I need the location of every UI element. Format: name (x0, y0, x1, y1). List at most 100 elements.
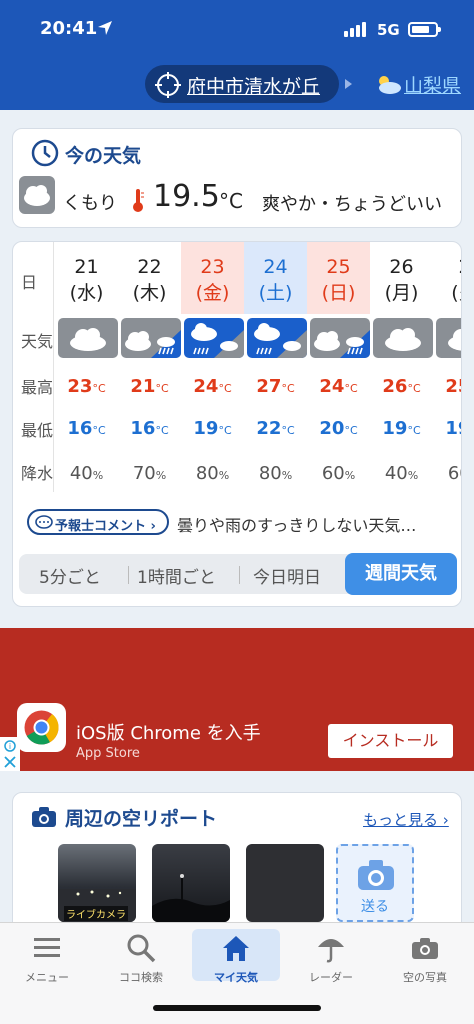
day-low-temp: 20°C (307, 418, 370, 439)
ad-title: iOS版 Chrome を入手 (76, 723, 261, 744)
ad-choices-icon[interactable]: i (0, 737, 20, 771)
umbrella-icon (318, 939, 344, 963)
chrome-logo (17, 703, 66, 752)
forecast-days[interactable]: 21 (水) 23°C 16°C 40% 22 (木) 21°C 16°C 70% 23 (金) 24°… (55, 242, 461, 492)
rain-cloudy-icon (247, 318, 307, 358)
cloudy-rain-icon (121, 318, 181, 358)
forecast-day-column[interactable]: 23 (金) 24°C 19°C 80% (181, 242, 244, 492)
sky-report-card: 周辺の空リポート もっと見る › ライブカメラ 送る (12, 792, 462, 942)
camera-icon (32, 807, 56, 827)
cloudy-icon (436, 318, 461, 358)
tab-divider (128, 566, 129, 584)
day-precip: 80% (181, 463, 244, 484)
day-precip-unit: % (407, 469, 419, 482)
day-header: 21 (水) (55, 242, 118, 314)
forecast-day-column[interactable]: 2 (火 25°C 19°C 60% (433, 242, 461, 492)
battery-icon (408, 22, 441, 37)
day-weekday: (金) (195, 282, 230, 304)
current-location-button[interactable]: 府中市清水が丘 (145, 65, 339, 103)
day-precip: 60% (307, 463, 370, 484)
ad-store: App Store (76, 746, 140, 761)
forecast-day-column[interactable]: 25 (日) 24°C 20°C 60% (307, 242, 370, 492)
day-high-value: 27 (256, 376, 282, 397)
sun-cloud-icon (379, 76, 401, 94)
day-precip: 60% (433, 463, 461, 484)
forecast-day-column[interactable]: 22 (木) 21°C 16°C 70% (118, 242, 181, 492)
speech-bubble-icon (35, 515, 53, 529)
tab-my-weather-label: マイ天気 (214, 971, 258, 984)
tab-today-tomorrow[interactable]: 今日明日 (253, 563, 321, 588)
day-date: 23 (200, 256, 225, 278)
tab-5min[interactable]: 5分ごと (39, 563, 101, 588)
day-high-value: 24 (193, 376, 219, 397)
day-weekday: (水) (69, 282, 104, 304)
forecaster-comment-text: 曇りや雨のすっきりしない天気… (177, 516, 417, 535)
cloudy-icon (19, 176, 55, 214)
tab-radar-label: レーダー (309, 971, 353, 984)
day-precip-unit: % (218, 469, 230, 482)
tab-my-weather[interactable]: マイ天気 (192, 929, 280, 984)
app-header: 20:41 5G 府中市清水が丘 山梨県 (0, 0, 474, 110)
tab-weekly[interactable]: 週間天気 (345, 553, 457, 595)
clock-icon (31, 139, 59, 167)
day-precip-value: 60 (447, 463, 461, 484)
day-precip-value: 60 (321, 463, 345, 484)
day-low-value: 19 (382, 418, 408, 439)
day-high-unit: °C (281, 382, 295, 395)
current-condition: くもり (63, 193, 117, 214)
location-arrow-icon (98, 21, 112, 35)
current-weather-card: 今の天気 くもり 19.5 °C 爽やか・ちょうどいい (12, 128, 462, 228)
sky-photo-thumbnail[interactable]: ライブカメラ (58, 844, 136, 922)
sky-photo-thumbnail[interactable] (246, 844, 324, 922)
row-label-low: 最低 (21, 421, 54, 440)
day-high-temp: 21°C (118, 376, 181, 397)
camera-icon (412, 938, 438, 959)
status-bar: 20:41 5G (0, 0, 474, 60)
day-low-unit: °C (155, 424, 169, 437)
day-date: 25 (326, 256, 351, 278)
row-label-high: 最高 (21, 378, 54, 397)
day-high-temp: 24°C (307, 376, 370, 397)
day-precip-unit: % (344, 469, 356, 482)
row-label-day: 日 (21, 273, 38, 292)
ad-install-button[interactable]: インストール (328, 724, 453, 758)
day-precip-value: 80 (195, 463, 219, 484)
see-more-label: もっと見る (363, 811, 439, 829)
day-low-unit: °C (344, 424, 358, 437)
forecast-day-column[interactable]: 21 (水) 23°C 16°C 40% (55, 242, 118, 492)
day-high-temp: 23°C (55, 376, 118, 397)
tab-search[interactable]: ココ検索 (97, 929, 185, 984)
tab-sky-photos-label: 空の写真 (403, 971, 447, 984)
forecaster-comment-label: 予報士コメント (55, 519, 147, 534)
day-date: 24 (263, 256, 288, 278)
tab-sky-photos[interactable]: 空の写真 (381, 929, 469, 984)
day-high-temp: 24°C (181, 376, 244, 397)
day-high-value: 25 (445, 376, 461, 397)
day-low-temp: 19°C (370, 418, 433, 439)
day-weekday: (月) (384, 282, 419, 304)
ad-banner[interactable]: iOS版 Chrome を入手 App Store インストール i (0, 628, 474, 771)
tab-radar[interactable]: レーダー (287, 929, 375, 984)
menu-icon (34, 938, 60, 957)
day-date: 21 (74, 256, 99, 278)
day-low-unit: °C (281, 424, 295, 437)
see-more-link[interactable]: もっと見る › (363, 809, 449, 830)
day-precip: 80% (244, 463, 307, 484)
forecast-day-column[interactable]: 26 (月) 26°C 19°C 40% (370, 242, 433, 492)
tab-menu[interactable]: メニュー (3, 929, 91, 984)
day-header: 25 (日) (307, 242, 370, 314)
live-camera-caption: ライブカメラ (64, 906, 128, 921)
day-high-value: 23 (67, 376, 93, 397)
forecaster-comment-badge[interactable]: 予報士コメント › (27, 509, 169, 535)
send-photo-button[interactable]: 送る (336, 844, 414, 922)
day-header: 23 (金) (181, 242, 244, 314)
day-low-temp: 22°C (244, 418, 307, 439)
tab-hourly[interactable]: 1時間ごと (137, 563, 216, 588)
sky-photo-thumbnail[interactable] (152, 844, 230, 922)
day-low-temp: 19°C (181, 418, 244, 439)
row-label-weather: 天気 (21, 332, 54, 351)
day-high-temp: 27°C (244, 376, 307, 397)
day-low-value: 19 (445, 418, 461, 439)
forecast-day-column[interactable]: 24 (土) 27°C 22°C 80% (244, 242, 307, 492)
signal-icon (344, 22, 366, 37)
